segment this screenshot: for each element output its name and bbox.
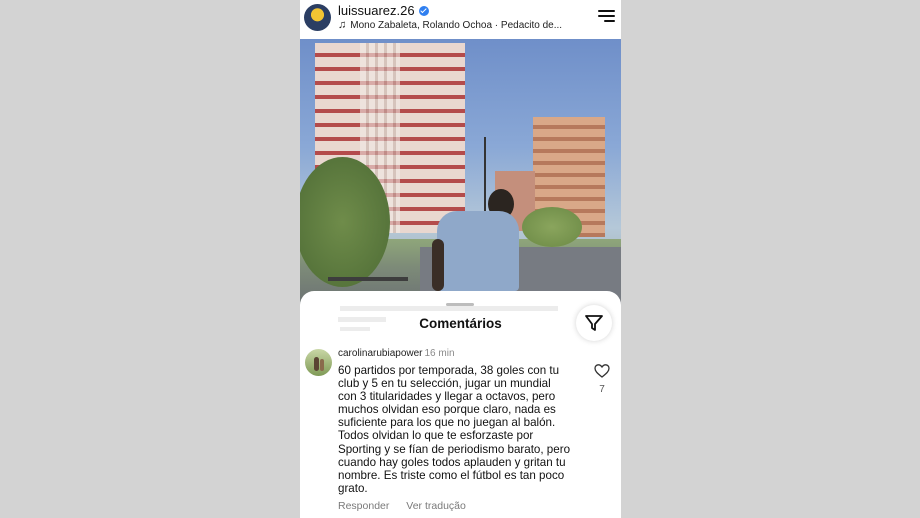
comment-text: 60 partidos por temporada, 38 goles con …: [338, 364, 582, 495]
comment-line: cuando hay goles todos aplauden y gritan…: [338, 455, 566, 469]
comment-time: 16 min: [424, 348, 455, 359]
tree-right: [522, 207, 582, 247]
comment-line: nombre. Es triste como el fútbol es tan …: [338, 468, 565, 482]
comment-line: Sporting y se fían de periodismo barato,…: [338, 442, 571, 456]
post-header: luissuarez.26 ♫ Mono Zabaleta, Rolando O…: [300, 0, 621, 39]
comment-line: club y 5 en tu selección, jugar un mundi…: [338, 377, 551, 391]
comment-header: carolinarubiapower 16 min: [338, 348, 455, 359]
heart-icon[interactable]: [594, 363, 610, 379]
like-count: 7: [599, 384, 605, 395]
comment-line: muchos olvidan eso porque claro, nada es: [338, 403, 556, 417]
translate-button[interactable]: Ver tradução: [406, 500, 466, 512]
faded-background-text: [340, 306, 558, 311]
verified-badge-icon: [418, 5, 429, 16]
comment-line: suficiente para los que no juegan al bal…: [338, 416, 556, 430]
comment-actions: Responder Ver tradução: [338, 500, 480, 512]
music-row[interactable]: ♫ Mono Zabaleta, Rolando Ochoa · Pedacit…: [338, 19, 562, 31]
commenter-avatar[interactable]: [305, 349, 332, 376]
music-note-icon: ♫: [338, 19, 347, 31]
sheet-title: Comentários: [419, 316, 502, 331]
username[interactable]: luissuarez.26: [338, 3, 415, 18]
comment-line: con 3 titularidades y llegar a octavos, …: [338, 390, 556, 404]
filter-send-icon[interactable]: [576, 305, 612, 341]
reply-button[interactable]: Responder: [338, 500, 389, 512]
menu-icon[interactable]: [598, 10, 615, 22]
person-arm: [432, 239, 444, 291]
comment-line: 60 partidos por temporada, 38 goles con …: [338, 364, 560, 377]
comment-line: Todos olvidan lo que te esforzaste por: [338, 429, 534, 443]
post-photo[interactable]: [300, 39, 621, 309]
commenter-username[interactable]: carolinarubiapower: [338, 348, 423, 359]
person-shirt: [437, 211, 519, 291]
username-row[interactable]: luissuarez.26: [338, 3, 429, 18]
bench: [328, 277, 408, 281]
comments-sheet: Comentários carolinarubiapower 16 min 60 …: [300, 291, 621, 518]
comment-line: grato.: [338, 481, 368, 495]
music-label: Mono Zabaleta, Rolando Ochoa · Pedacito …: [350, 19, 563, 31]
profile-avatar[interactable]: [304, 4, 331, 31]
phone-screen: luissuarez.26 ♫ Mono Zabaleta, Rolando O…: [300, 0, 621, 518]
